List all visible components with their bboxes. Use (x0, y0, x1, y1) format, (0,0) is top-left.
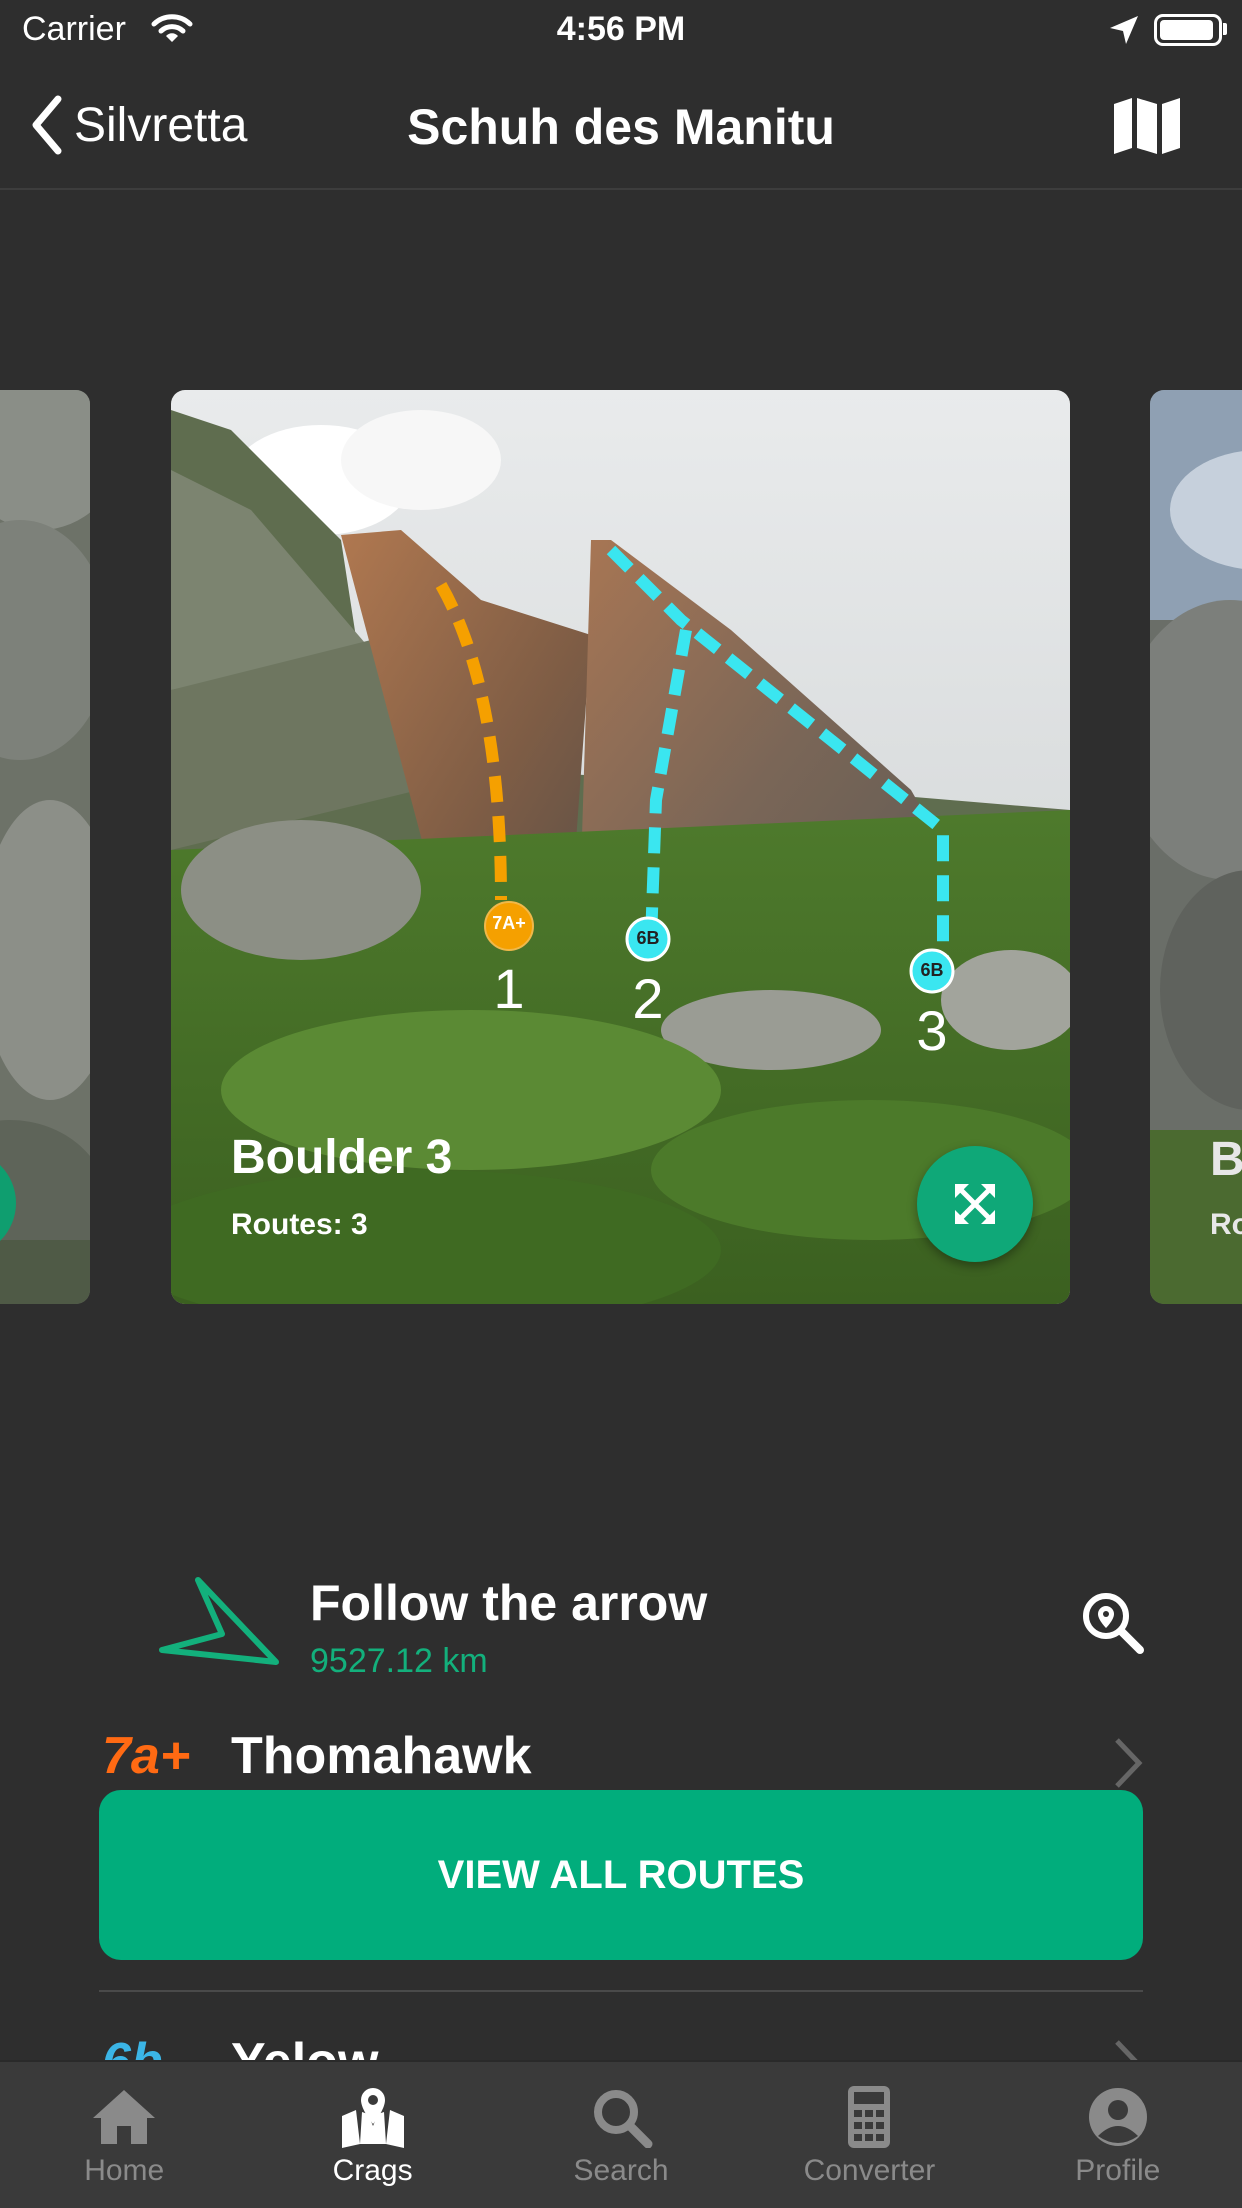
tab-search[interactable]: Search (497, 2062, 745, 2208)
route-marker-grade: 6B (920, 960, 944, 980)
route-grade: 7a+ (102, 1727, 191, 1785)
tab-label: Crags (332, 2154, 413, 2187)
location-arrow-icon (1108, 14, 1140, 55)
tab-crags[interactable]: Crags (248, 2062, 496, 2208)
map-button[interactable] (1112, 96, 1182, 159)
route-name: Thomahawk (231, 1727, 532, 1785)
distance-label: 9527.12 km (310, 1642, 488, 1680)
chevron-right-icon (1115, 1738, 1143, 1788)
route-marker-number: 3 (916, 999, 948, 1062)
search-location-button[interactable] (1080, 1590, 1146, 1661)
boulder-card[interactable]: 7A+ 1 6B 2 6B 3 Boulder 3 Routes: 3 (171, 390, 1070, 1304)
tab-profile[interactable]: Profile (994, 2062, 1242, 2208)
boulder-photo (0, 390, 90, 1304)
home-icon (93, 2090, 156, 2144)
tab-label: Profile (1075, 2154, 1161, 2187)
follow-arrow-title: Follow the arrow (310, 1575, 708, 1631)
battery-icon (1154, 14, 1222, 46)
boulder-route-count: Ro (1210, 1208, 1242, 1241)
calculator-icon (848, 2086, 891, 2148)
tab-converter[interactable]: Converter (745, 2062, 993, 2208)
view-all-routes-button[interactable]: VIEW ALL ROUTES (99, 1790, 1143, 1960)
route-marker-3: 6B 3 (909, 948, 955, 1062)
page-title: Schuh des Manitu (407, 99, 835, 155)
boulder-name: B (1210, 1133, 1242, 1186)
tab-label: Search (573, 2154, 669, 2187)
status-time: 4:56 PM (556, 10, 686, 48)
route-marker-number: 1 (493, 957, 525, 1020)
tab-label: Home (84, 2154, 165, 2187)
search-icon (594, 2090, 653, 2148)
boulder-card-previous[interactable] (0, 390, 90, 1304)
route-marker-2: 6B 2 (625, 916, 671, 1030)
route-marker-grade: 6B (636, 928, 660, 948)
tab-home[interactable]: Home (0, 2062, 248, 2208)
location-search-icon (1083, 1593, 1144, 1654)
route-marker-number: 2 (632, 967, 664, 1030)
route-marker-grade: 7A+ (492, 913, 526, 933)
boulder-name: Boulder 3 (231, 1131, 453, 1184)
expand-icon (955, 1184, 995, 1224)
map-icon (1114, 98, 1180, 154)
boulder-route-count: Routes: 3 (231, 1208, 368, 1241)
navigation-bar: Silvretta Schuh des Manitu (0, 60, 1242, 190)
profile-icon (1088, 2088, 1147, 2146)
tab-bar: Home Crags Search Converter Profile (0, 2060, 1242, 2208)
crags-map-icon (341, 2088, 404, 2148)
battery-cap (1223, 23, 1227, 35)
tab-label: Converter (803, 2154, 936, 2187)
expand-button[interactable] (917, 1146, 1033, 1262)
route-marker-1: 7A+ 1 (483, 900, 535, 1020)
boulder-card-next[interactable]: B Ro (1150, 390, 1242, 1304)
status-bar: Carrier 4:56 PM (0, 0, 1242, 60)
direction-arrow-icon (158, 1576, 282, 1675)
